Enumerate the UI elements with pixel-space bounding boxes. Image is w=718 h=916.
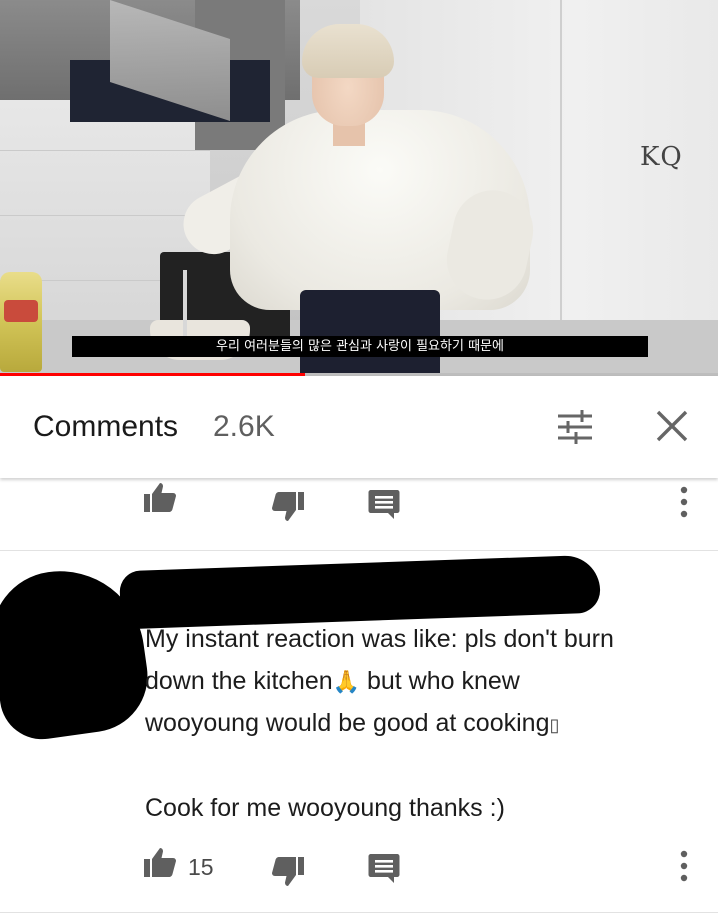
- comment-body: My instant reaction was like: pls don't …: [145, 619, 705, 830]
- thumb-down-icon[interactable]: [270, 488, 306, 524]
- channel-watermark: KQ: [640, 142, 683, 172]
- comment-line: down the kitchen🙏 but who knew: [145, 661, 705, 704]
- oil-bottle: [0, 272, 42, 372]
- reply-icon[interactable]: [366, 850, 402, 886]
- thumb-up-icon[interactable]: [142, 845, 178, 881]
- video-subtitle: 우리 여러분들의 많은 관심과 사랑이 필요하기 때문에: [72, 336, 648, 357]
- thumb-up-icon[interactable]: [142, 480, 178, 516]
- comments-title: Comments: [33, 410, 179, 443]
- person-apron: [300, 290, 440, 376]
- comment-divider: [0, 912, 718, 913]
- thumb-down-icon[interactable]: [270, 853, 306, 889]
- tune-icon[interactable]: [554, 406, 596, 448]
- comment-divider: [0, 550, 718, 551]
- comments-count: 2.6K: [213, 410, 275, 443]
- video-player[interactable]: KQ 우리 여러분들의 많은 관심과 사랑이 필요하기 때문에: [0, 0, 718, 376]
- comment-line: wooyoung would be good at cooking▯: [145, 709, 560, 737]
- comments-header: Comments 2.6K: [0, 376, 718, 478]
- spoon: [183, 270, 187, 340]
- comment-line: Cook for me wooyoung thanks :): [145, 794, 505, 822]
- person-hair: [302, 24, 394, 78]
- missing-glyph: ▯: [549, 715, 560, 735]
- reply-icon[interactable]: [366, 486, 402, 522]
- close-icon[interactable]: [652, 406, 692, 446]
- pray-emoji: 🙏: [332, 669, 361, 695]
- more-vert-icon[interactable]: [666, 484, 702, 520]
- oil-bottle-label: [4, 300, 38, 322]
- more-vert-icon[interactable]: [666, 848, 702, 884]
- like-count: 15: [188, 854, 214, 880]
- comment-line: My instant reaction was like: pls don't …: [145, 625, 614, 653]
